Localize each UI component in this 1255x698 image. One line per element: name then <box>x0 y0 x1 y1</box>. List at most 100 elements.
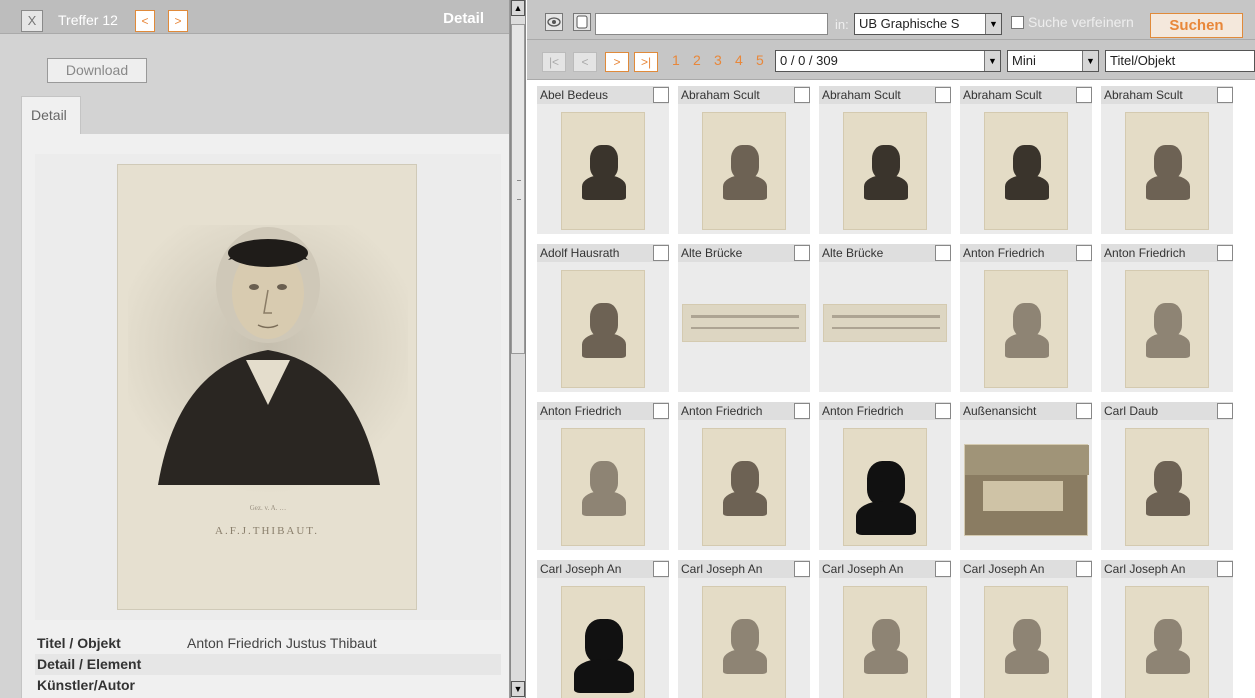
checkbox-icon[interactable] <box>1011 16 1024 29</box>
tile-title: Adolf Hausrath <box>540 246 620 260</box>
result-tile[interactable]: Außenansicht <box>960 402 1092 550</box>
search-button[interactable]: Suchen <box>1150 13 1243 38</box>
tile-checkbox[interactable] <box>794 245 810 261</box>
vertical-scrollbar[interactable]: ▲ ▼ <box>510 0 526 698</box>
tile-title: Carl Daub <box>1104 404 1159 418</box>
tile-checkbox[interactable] <box>653 245 669 261</box>
tile-checkbox[interactable] <box>1076 561 1092 577</box>
page-icon[interactable] <box>573 13 591 31</box>
result-tile[interactable]: Anton Friedrich <box>960 244 1092 392</box>
tile-checkbox[interactable] <box>1217 87 1233 103</box>
first-page-button[interactable]: |< <box>542 52 566 72</box>
detail-header: X Treffer 12 < > Detail <box>0 0 509 34</box>
sort-value: Titel/Objekt <box>1110 53 1176 68</box>
tile-checkbox[interactable] <box>1217 403 1233 419</box>
next-page-button[interactable]: > <box>605 52 629 72</box>
tile-title: Carl Joseph An <box>540 562 622 576</box>
collection-select[interactable]: UB Graphische S ▼ <box>854 13 1002 35</box>
tile-checkbox[interactable] <box>653 403 669 419</box>
tile-checkbox[interactable] <box>1076 87 1092 103</box>
detail-pane: X Treffer 12 < > Detail Download Detail <box>0 0 510 698</box>
tile-checkbox[interactable] <box>1217 245 1233 261</box>
tile-checkbox[interactable] <box>1217 561 1233 577</box>
tile-checkbox[interactable] <box>935 87 951 103</box>
tile-header: Abraham Scult <box>678 86 810 104</box>
meta-label: Künstler/Autor <box>37 677 135 693</box>
tile-checkbox[interactable] <box>794 87 810 103</box>
result-tile[interactable]: Alte Brücke <box>678 244 810 392</box>
tile-thumbnail <box>561 428 645 546</box>
tile-thumbnail <box>1125 586 1209 698</box>
result-tile[interactable]: Abel Bedeus <box>537 86 669 234</box>
prev-hit-button[interactable]: < <box>135 10 155 32</box>
last-page-button[interactable]: >| <box>634 52 658 72</box>
tile-checkbox[interactable] <box>1076 245 1092 261</box>
download-button[interactable]: Download <box>47 58 147 83</box>
main-image[interactable]: Gez. v. A. … A.F.J.THIBAUT. <box>35 154 501 620</box>
result-tile[interactable]: Abraham Scult <box>819 86 951 234</box>
result-tile[interactable]: Anton Friedrich <box>678 402 810 550</box>
result-tile[interactable]: Anton Friedrich <box>1101 244 1233 392</box>
tile-checkbox[interactable] <box>935 245 951 261</box>
scroll-down-icon[interactable]: ▼ <box>511 681 525 697</box>
tile-checkbox[interactable] <box>935 561 951 577</box>
result-tile[interactable]: Carl Joseph An <box>678 560 810 698</box>
page-link-2[interactable]: 2 <box>693 52 701 68</box>
refine-checkbox[interactable]: Suche verfeinern <box>1011 13 1134 31</box>
tile-thumbnail <box>702 586 786 698</box>
next-hit-button[interactable]: > <box>168 10 188 32</box>
meta-row-artist: Künstler/Autor <box>35 675 501 696</box>
results-pane: in: UB Graphische S ▼ Suche verfeinern S… <box>527 0 1255 698</box>
tile-header: Abel Bedeus <box>537 86 669 104</box>
tile-checkbox[interactable] <box>794 403 810 419</box>
hit-counter: Treffer 12 <box>58 12 118 28</box>
tile-checkbox[interactable] <box>653 561 669 577</box>
tile-thumbnail <box>984 112 1068 230</box>
prev-page-button[interactable]: < <box>573 52 597 72</box>
result-count-select[interactable]: 0 / 0 / 309 ▼ <box>775 50 1001 72</box>
tile-title: Carl Joseph An <box>681 562 763 576</box>
eye-icon[interactable] <box>545 13 563 31</box>
tile-title: Außenansicht <box>963 404 1037 418</box>
page-link-5[interactable]: 5 <box>756 52 764 68</box>
size-value: Mini <box>1012 53 1036 68</box>
tile-title: Anton Friedrich <box>540 404 622 418</box>
close-button[interactable]: X <box>21 10 43 32</box>
image-caption: A.F.J.THIBAUT. <box>215 525 319 537</box>
tile-header: Carl Joseph An <box>1101 560 1233 578</box>
result-tile[interactable]: Abraham Scult <box>1101 86 1233 234</box>
tile-thumbnail <box>561 112 645 230</box>
result-tile[interactable]: Anton Friedrich <box>819 402 951 550</box>
search-input[interactable] <box>595 13 828 35</box>
page-link-4[interactable]: 4 <box>735 52 743 68</box>
pager-toolbar: |< < > >| 1 2 3 4 5 0 / 0 / 309 ▼ Mini ▼… <box>527 40 1255 80</box>
refine-label: Suche verfeinern <box>1028 14 1134 30</box>
result-tile[interactable]: Anton Friedrich <box>537 402 669 550</box>
scroll-up-icon[interactable]: ▲ <box>511 0 525 16</box>
tile-checkbox[interactable] <box>1076 403 1092 419</box>
tile-thumbnail <box>843 112 927 230</box>
page-link-3[interactable]: 3 <box>714 52 722 68</box>
tile-checkbox[interactable] <box>935 403 951 419</box>
result-tile[interactable]: Carl Joseph An <box>819 560 951 698</box>
result-tile[interactable]: Carl Joseph An <box>1101 560 1233 698</box>
result-tile[interactable]: Carl Daub <box>1101 402 1233 550</box>
tab-detail[interactable]: Detail <box>21 96 81 135</box>
result-tile[interactable]: Alte Brücke <box>819 244 951 392</box>
tile-checkbox[interactable] <box>653 87 669 103</box>
tile-thumbnail <box>984 586 1068 698</box>
result-tile[interactable]: Adolf Hausrath <box>537 244 669 392</box>
scroll-thumb[interactable] <box>511 24 525 354</box>
size-select[interactable]: Mini ▼ <box>1007 50 1099 72</box>
result-tile[interactable]: Abraham Scult <box>960 86 1092 234</box>
sort-select[interactable]: Titel/Objekt <box>1105 50 1255 72</box>
detail-panel: Gez. v. A. … A.F.J.THIBAUT. <box>21 134 509 698</box>
svg-text:Gez. v. A. …: Gez. v. A. … <box>250 504 286 512</box>
tile-title: Alte Brücke <box>822 246 884 260</box>
result-tile[interactable]: Abraham Scult <box>678 86 810 234</box>
result-tile[interactable]: Carl Joseph An <box>537 560 669 698</box>
results-grid: Abel Bedeus Abraham Scult Abraham Scult Abr… <box>527 82 1255 698</box>
result-tile[interactable]: Carl Joseph An <box>960 560 1092 698</box>
page-link-1[interactable]: 1 <box>672 52 680 68</box>
tile-checkbox[interactable] <box>794 561 810 577</box>
